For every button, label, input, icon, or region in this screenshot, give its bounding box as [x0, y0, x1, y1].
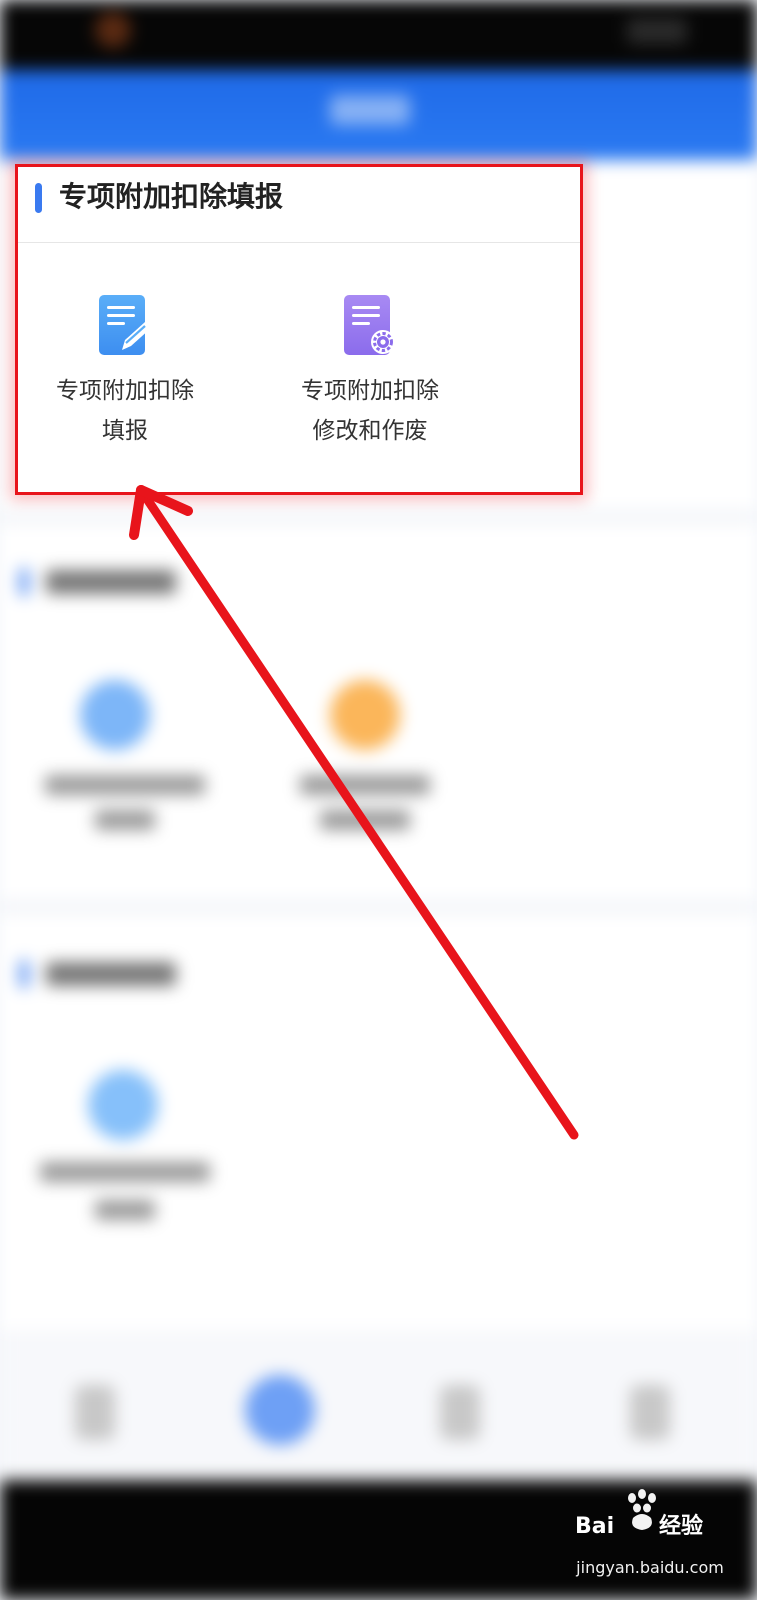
section-title-blurred — [46, 962, 176, 986]
section-accent-bar — [20, 960, 28, 988]
svg-text:Bai: Bai — [575, 1514, 614, 1539]
blurred-section-header — [20, 960, 200, 988]
blurred-label — [300, 775, 430, 795]
status-notification-icon — [95, 12, 131, 48]
nav-item-active[interactable] — [245, 1375, 315, 1445]
section-title-blurred — [46, 570, 176, 594]
bottom-navigation — [0, 1330, 757, 1480]
blurred-blue-icon[interactable] — [80, 680, 150, 750]
special-deduction-card: 专项附加扣除填报 专项附加扣除 填报 专项附加扣除 修改和作废 — [15, 164, 583, 495]
nav-item-profile[interactable] — [630, 1385, 670, 1440]
svg-text:经验: 经验 — [659, 1513, 703, 1539]
baidu-jingyan-watermark: Bai 经验 jingyan.baidu.com — [575, 1488, 725, 1588]
blurred-section-header — [20, 568, 200, 596]
deduction-fill-label-line1: 专项附加扣除 — [56, 378, 194, 404]
deduction-fill-label-line2: 填报 — [102, 418, 148, 444]
form-settings-icon — [344, 295, 395, 355]
deduction-modify-label-line2: 修改和作废 — [312, 418, 428, 444]
section-divider — [0, 510, 757, 524]
app-header — [0, 70, 757, 160]
blurred-label — [95, 810, 155, 830]
nav-item-home[interactable] — [75, 1385, 115, 1440]
blurred-label — [95, 1200, 155, 1220]
blurred-label — [45, 775, 205, 795]
card-header: 专项附加扣除填报 — [18, 167, 580, 243]
baidu-jingyan-logo: Bai 经验 — [575, 1489, 703, 1539]
section-accent-bar — [20, 568, 28, 596]
deduction-modify-item[interactable]: 专项附加扣除 修改和作废 — [265, 295, 465, 455]
form-edit-icon — [99, 295, 151, 355]
deduction-modify-label: 专项附加扣除 修改和作废 — [265, 371, 475, 451]
nav-item-services[interactable] — [440, 1385, 480, 1440]
blurred-orange-icon[interactable] — [330, 680, 400, 750]
app-screen: 专项附加扣除填报 专项附加扣除 填报 专项附加扣除 修改和作废 Bai 经验 j… — [0, 0, 757, 1600]
deduction-modify-label-line1: 专项附加扣除 — [301, 378, 439, 404]
blurred-label — [40, 1162, 210, 1182]
blurred-label — [320, 810, 410, 830]
blurred-blue-icon[interactable] — [88, 1070, 158, 1140]
card-title: 专项附加扣除填报 — [59, 180, 284, 213]
deduction-fill-label: 专项附加扣除 填报 — [20, 371, 230, 451]
deduction-fill-item[interactable]: 专项附加扣除 填报 — [20, 295, 220, 455]
card-accent-bar — [35, 183, 42, 213]
status-indicators — [627, 18, 687, 44]
app-header-title-blurred — [330, 95, 410, 125]
status-bar — [0, 0, 757, 70]
watermark-url: jingyan.baidu.com — [576, 1558, 724, 1577]
section-divider — [0, 900, 757, 914]
